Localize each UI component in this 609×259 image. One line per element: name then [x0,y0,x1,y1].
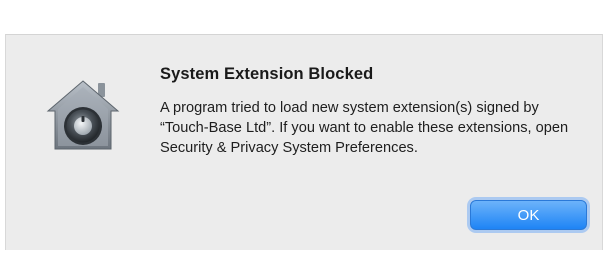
security-house-lock-icon [46,79,120,151]
dialog-message: A program tried to load new system exten… [160,100,569,156]
alert-dialog: System Extension Blocked A program tried… [5,34,603,250]
dialog-title: System Extension Blocked [160,65,374,83]
window-top-area [0,0,609,34]
ok-button[interactable]: OK [470,200,587,230]
